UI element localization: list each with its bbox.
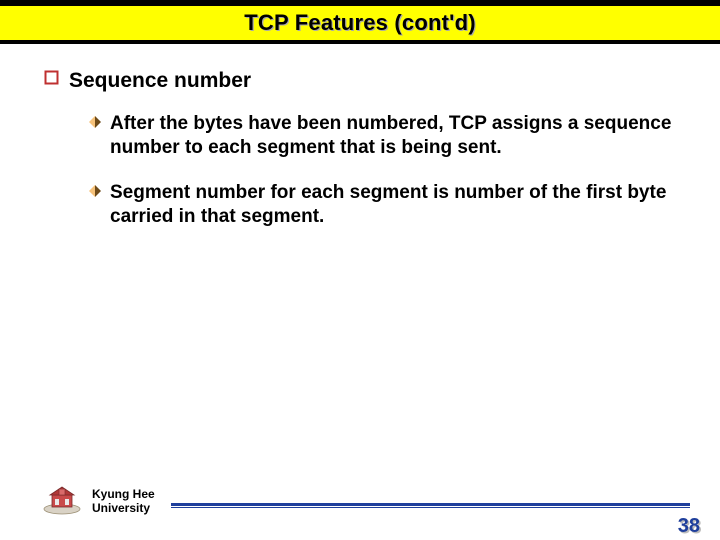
bullet-level1: Sequence number — [44, 68, 680, 94]
square-bullet-icon — [44, 70, 59, 90]
page-number: 38 — [678, 515, 700, 538]
diamond-bullet-icon — [88, 115, 102, 134]
title-inner: TCP Features (cont'd) — [0, 6, 720, 40]
footer-rule-thin — [171, 507, 690, 508]
footer-rule — [171, 503, 690, 508]
bullet-l2b-text: Segment number for each segment is numbe… — [110, 181, 680, 229]
bullet-l1-text: Sequence number — [69, 68, 251, 94]
bullet-level2: After the bytes have been numbered, TCP … — [88, 112, 680, 160]
bullet-l2a-text: After the bytes have been numbered, TCP … — [110, 112, 680, 160]
slide-content: Sequence number After the bytes have bee… — [0, 44, 720, 229]
university-logo-icon — [42, 483, 82, 520]
slide-footer: Kyung Hee University — [0, 483, 720, 520]
university-name: Kyung Hee University — [92, 488, 155, 516]
bullet-level2: Segment number for each segment is numbe… — [88, 181, 680, 229]
diamond-bullet-icon — [88, 184, 102, 203]
title-bar: TCP Features (cont'd) — [0, 0, 720, 44]
slide-title: TCP Features (cont'd) — [244, 10, 476, 35]
footer-rule-thick — [171, 503, 690, 506]
